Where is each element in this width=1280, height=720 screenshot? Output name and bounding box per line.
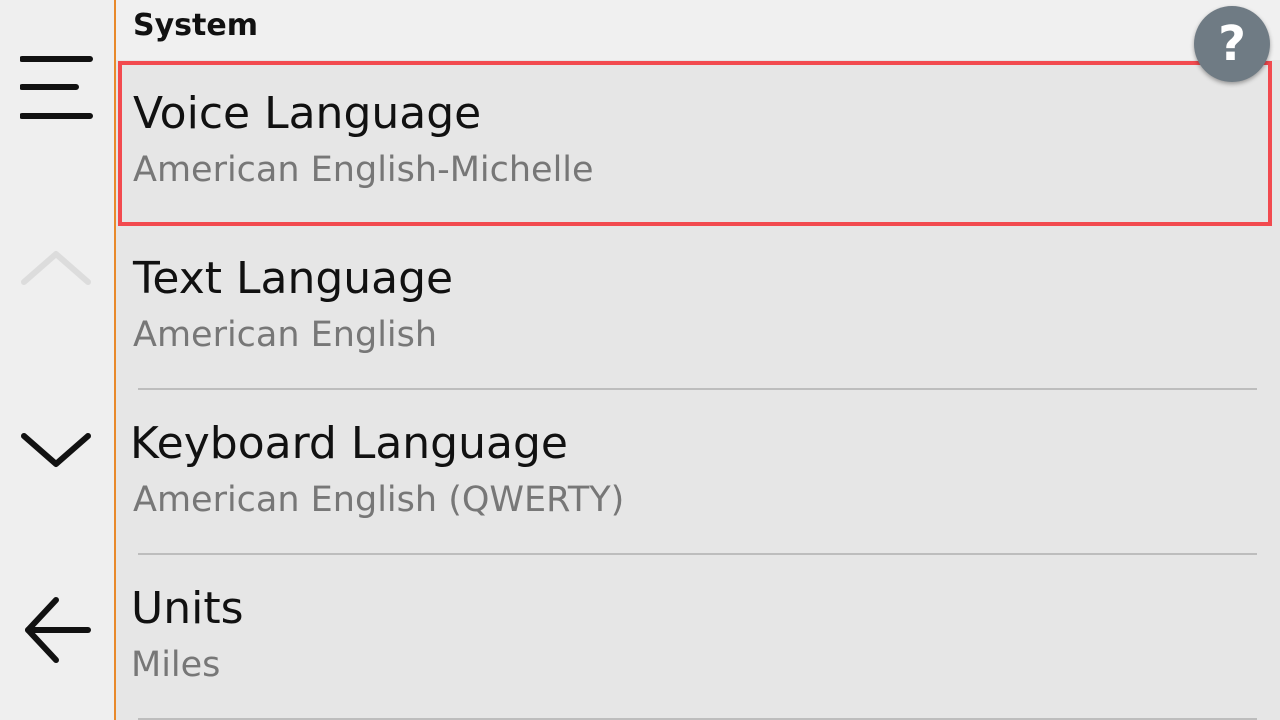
help-icon: ? xyxy=(1218,16,1246,72)
page-title: System xyxy=(133,8,258,43)
setting-keyboard-language[interactable]: Keyboard Language American English (QWER… xyxy=(116,390,1280,555)
sidebar xyxy=(0,0,116,720)
back-button[interactable] xyxy=(0,570,114,690)
setting-value: American English (QWERTY) xyxy=(133,480,625,520)
setting-title: Keyboard Language xyxy=(130,418,568,469)
setting-value: Miles xyxy=(131,645,221,685)
setting-voice-language[interactable]: Voice Language American English-Michelle xyxy=(116,60,1280,225)
setting-value: American English xyxy=(133,315,438,355)
settings-list: Voice Language American English-Michelle… xyxy=(116,60,1280,720)
help-button[interactable]: ? xyxy=(1194,6,1270,82)
menu-icon xyxy=(20,56,93,119)
setting-title: Voice Language xyxy=(133,88,482,139)
setting-units[interactable]: Units Miles xyxy=(116,555,1280,720)
scroll-down-button[interactable] xyxy=(0,390,114,510)
setting-title: Text Language xyxy=(133,253,454,304)
back-arrow-icon xyxy=(25,597,91,663)
scroll-up-button[interactable] xyxy=(0,208,114,328)
setting-title: Units xyxy=(131,583,244,634)
setting-value: American English-Michelle xyxy=(133,150,594,190)
header: System xyxy=(116,0,1280,60)
menu-button[interactable] xyxy=(0,30,114,150)
chevron-up-icon xyxy=(21,251,91,285)
setting-text-language[interactable]: Text Language American English xyxy=(116,225,1280,390)
chevron-down-icon xyxy=(21,433,91,467)
